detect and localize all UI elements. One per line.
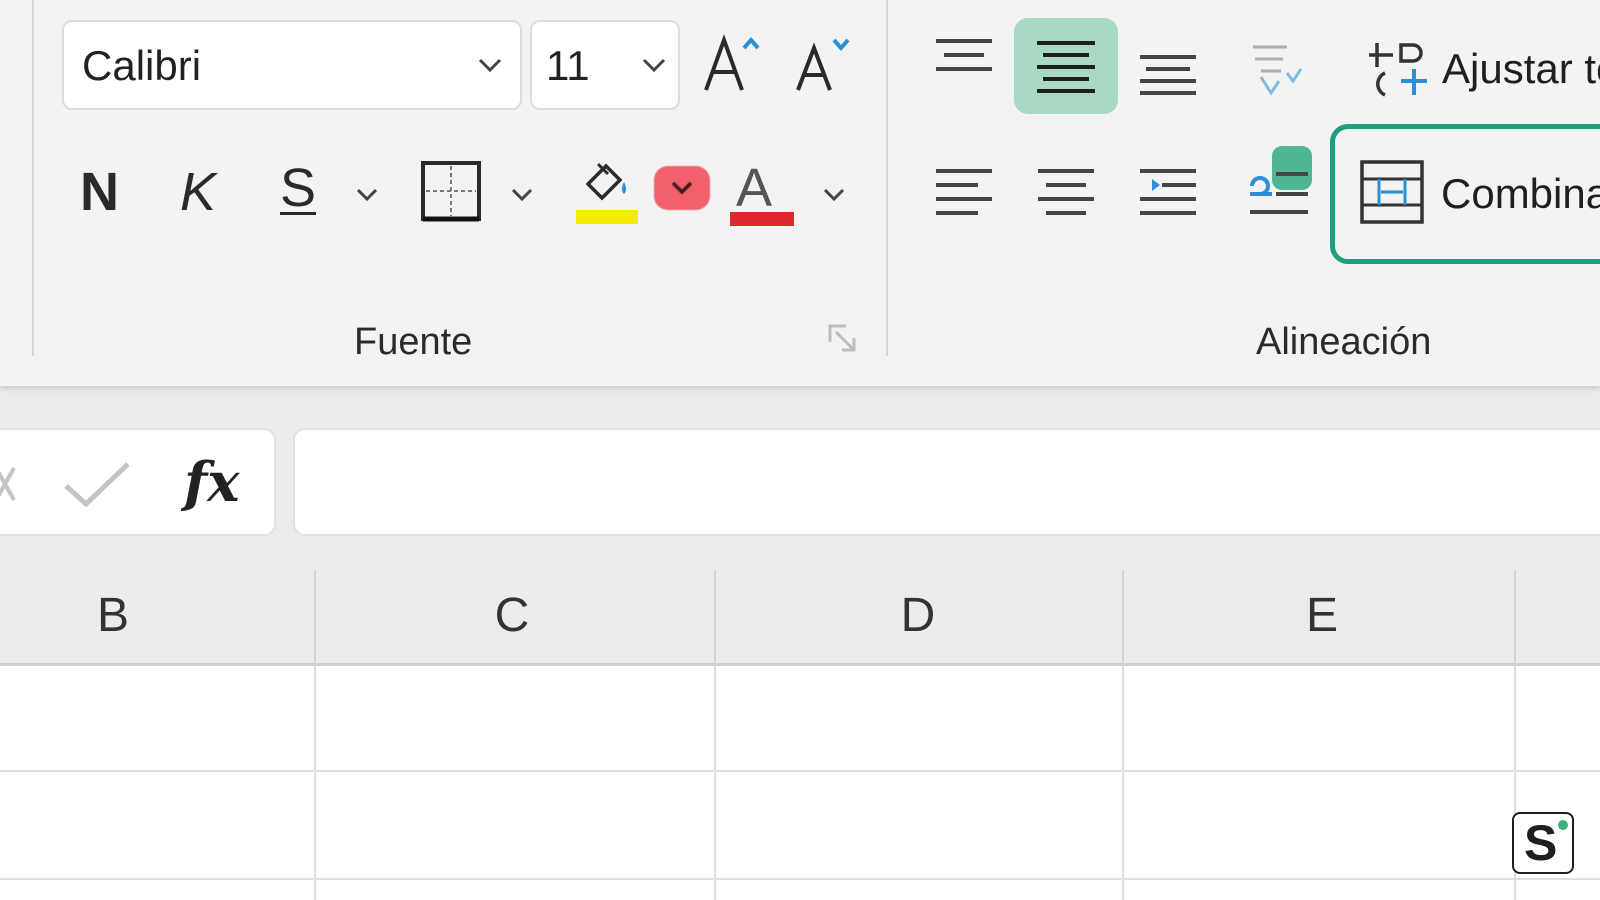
text-orientation-icon	[1253, 45, 1303, 96]
underline-button[interactable]: S	[280, 158, 316, 218]
row-divider	[0, 878, 1600, 880]
cell-divider	[1122, 666, 1124, 900]
orientation-button[interactable]	[1236, 34, 1312, 104]
align-top-icon	[936, 39, 992, 71]
merge-center-button[interactable]: Combina	[1330, 124, 1600, 264]
enter-check-icon[interactable]	[62, 460, 132, 508]
font-name-value: Calibri	[82, 42, 202, 89]
wrap-text-icon-button[interactable]	[1364, 36, 1434, 102]
dialog-launcher-icon[interactable]	[826, 322, 860, 356]
font-group-label: Fuente	[354, 321, 473, 363]
row-divider	[0, 770, 1600, 772]
chevron-down-icon[interactable]	[476, 54, 504, 76]
bold-button[interactable]: N	[80, 162, 119, 222]
column-divider[interactable]	[314, 570, 316, 666]
cell-divider	[714, 666, 716, 900]
wrap-text-icon	[1369, 43, 1427, 97]
italic-button[interactable]: K	[180, 162, 216, 222]
wrap-text-label[interactable]: Ajustar te	[1442, 44, 1600, 94]
underline-dropdown-chevron-icon[interactable]	[355, 186, 379, 204]
column-header-e[interactable]: E	[1124, 566, 1520, 663]
borders-dropdown-chevron-icon[interactable]	[510, 186, 534, 204]
font-color-dropdown-chevron-icon[interactable]	[822, 186, 846, 204]
column-header-b[interactable]: B	[0, 566, 226, 663]
chevron-down-icon[interactable]	[640, 54, 668, 76]
merge-center-label: Combina	[1441, 170, 1600, 217]
column-divider[interactable]	[1514, 570, 1516, 666]
formula-controls: fx	[0, 428, 276, 536]
cell-grid[interactable]	[0, 666, 1600, 900]
fill-color-dropdown[interactable]	[654, 166, 710, 210]
insert-function-button[interactable]: fx	[184, 450, 239, 514]
font-color-letter: A	[736, 158, 773, 218]
decrease-font-size-button[interactable]	[790, 30, 860, 96]
font-name-combo[interactable]: Calibri	[62, 20, 522, 110]
paint-bucket-icon	[576, 162, 638, 224]
column-header-row: B C D E	[0, 566, 1600, 666]
align-bottom-icon	[1140, 55, 1196, 95]
align-center-icon	[1038, 169, 1094, 215]
chevron-down-icon	[671, 181, 693, 195]
increase-font-size-button[interactable]	[700, 30, 772, 96]
align-middle-button[interactable]	[1014, 18, 1118, 114]
watermark-logo: S	[1512, 812, 1574, 874]
align-bottom-button[interactable]	[1130, 38, 1206, 108]
font-size-combo[interactable]: 11	[530, 20, 680, 110]
column-header-c[interactable]: C	[316, 566, 708, 663]
group-separator	[32, 0, 34, 356]
ribbon: Calibri 11 N K S A Fuente Ajustar t Comb…	[0, 0, 1600, 386]
align-right-icon	[1140, 169, 1196, 215]
indent-button[interactable]	[1238, 146, 1318, 230]
fill-color-button[interactable]	[574, 158, 640, 230]
merge-cells-icon	[1360, 160, 1424, 224]
column-divider[interactable]	[1122, 570, 1124, 666]
column-header-d[interactable]: D	[716, 566, 1120, 663]
watermark-letter: S	[1524, 815, 1558, 871]
cancel-icon[interactable]	[0, 460, 22, 508]
increase-font-size-icon	[704, 34, 760, 91]
font-color-button[interactable]: A	[726, 158, 796, 230]
cell-divider	[314, 666, 316, 900]
borders-button[interactable]	[420, 160, 482, 224]
borders-icon	[421, 161, 481, 222]
column-divider[interactable]	[714, 570, 716, 666]
indent-icon	[1250, 172, 1308, 214]
font-color-swatch	[730, 212, 794, 226]
alignment-group-label: Alineación	[1256, 321, 1432, 363]
group-separator	[886, 0, 888, 356]
watermark-dot	[1558, 820, 1568, 830]
align-top-button[interactable]	[926, 22, 1002, 98]
align-left-button[interactable]	[926, 158, 1002, 228]
decrease-font-size-icon	[796, 38, 850, 91]
align-right-button[interactable]	[1130, 158, 1206, 228]
formula-input[interactable]	[293, 428, 1600, 536]
align-middle-icon	[1037, 41, 1095, 93]
font-size-value: 11	[546, 42, 590, 89]
align-center-button[interactable]	[1028, 158, 1104, 228]
align-left-icon	[936, 169, 992, 215]
fill-color-swatch	[576, 210, 638, 224]
